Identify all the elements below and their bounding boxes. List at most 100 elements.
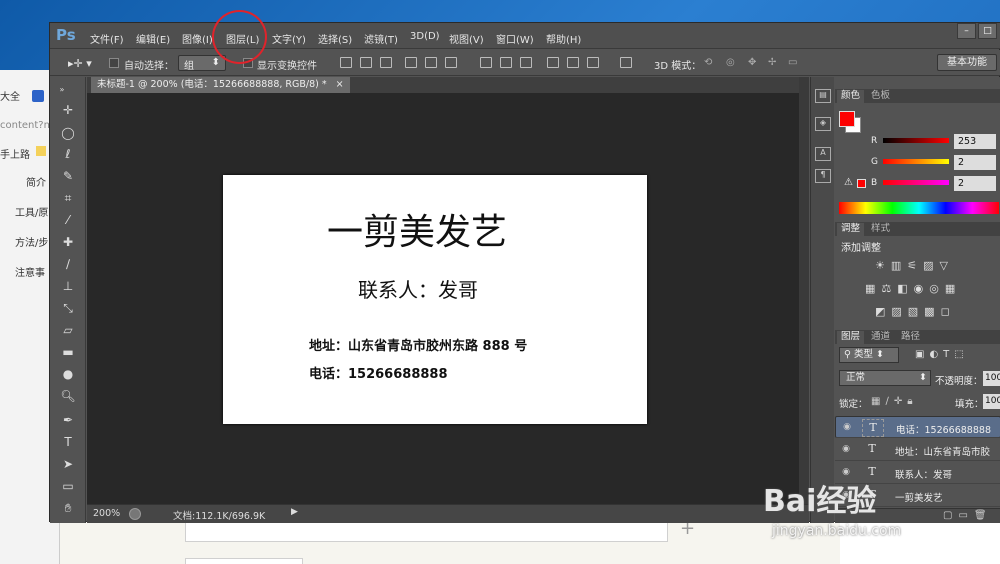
3d-rotate-icon[interactable]: ⟲ <box>704 57 712 68</box>
layer-filter-icons[interactable]: ▣◐T⬚ <box>915 349 969 360</box>
quick-select-tool-icon[interactable]: ✎ <box>58 167 78 185</box>
blend-mode-dropdown[interactable]: 正常 ⬍ <box>839 370 931 386</box>
path-select-tool-icon[interactable]: ➤ <box>58 455 78 473</box>
layer-filter-dropdown[interactable]: ⚲ 类型 ⬍ <box>839 347 899 363</box>
editor-textbox[interactable] <box>185 522 668 542</box>
gamut-swatch[interactable] <box>857 179 866 188</box>
close-icon[interactable]: × <box>336 79 344 90</box>
eye-icon[interactable]: ◉ <box>840 444 852 456</box>
zoom-level[interactable]: 200% <box>93 508 120 519</box>
tab-color[interactable]: 颜色 <box>837 90 865 103</box>
auto-select-dropdown[interactable]: 组 ⬍ <box>178 55 226 72</box>
b-value[interactable]: 2 <box>954 176 996 191</box>
document-canvas[interactable]: 一剪美发艺 联系人：发哥 地址：山东省青岛市胶州东路 888 号 电话：1526… <box>223 175 647 424</box>
gradient-tool-icon[interactable]: ▬ <box>58 343 78 361</box>
g-slider[interactable] <box>883 159 949 164</box>
hand-tool-icon[interactable]: ✋︎ <box>58 499 78 517</box>
3d-scale-icon[interactable]: ▭ <box>788 57 797 68</box>
card-contact-text[interactable]: 联系人：发哥 <box>358 274 478 303</box>
menu-help[interactable]: 帮助(H) <box>546 31 581 46</box>
layer-row[interactable]: ◉ T 地址：山东省青岛市胶 <box>835 439 1000 461</box>
move-tool-icon[interactable]: ✛ <box>58 101 78 119</box>
align-hcenter-icon[interactable] <box>425 57 437 68</box>
distribute-hcenter-icon[interactable] <box>567 57 579 68</box>
adjustment-icons-row-3[interactable]: ◩▨▧▩◻ <box>875 305 956 318</box>
document-tab[interactable]: 未标题-1 @ 200% (电话：15266688888, RGB/8) * × <box>91 77 350 93</box>
distribute-right-icon[interactable] <box>587 57 599 68</box>
3d-slide-icon[interactable]: ✢ <box>768 57 776 68</box>
eyedropper-tool-icon[interactable]: ⁄ <box>58 211 78 229</box>
tab-channels[interactable]: 通道 <box>867 331 894 344</box>
workspace-switcher[interactable]: 基本功能 <box>937 54 997 71</box>
3d-roll-icon[interactable]: ◎ <box>726 57 735 68</box>
status-menu-icon[interactable] <box>129 508 141 520</box>
menu-window[interactable]: 窗口(W) <box>496 31 534 46</box>
menu-file[interactable]: 文件(F) <box>90 31 124 46</box>
minimize-button[interactable]: – <box>957 23 976 39</box>
history-panel-icon[interactable]: ▤ <box>815 89 831 103</box>
opacity-input[interactable]: 100 <box>983 371 1000 386</box>
healing-brush-icon[interactable]: ✚ <box>58 233 78 251</box>
color-spectrum-bar[interactable] <box>839 202 999 214</box>
menu-type[interactable]: 文字(Y) <box>272 31 306 46</box>
b-slider[interactable] <box>883 180 949 185</box>
gamut-warning-icon[interactable]: ⚠ <box>844 177 853 188</box>
auto-select-checkbox[interactable] <box>109 58 119 68</box>
layer-actions-icons[interactable]: ▢▭🗑︎ <box>943 510 993 521</box>
dodge-tool-icon[interactable]: 🔍︎ <box>58 387 78 405</box>
card-address-text[interactable]: 地址：山东省青岛市胶州东路 888 号 <box>309 335 527 354</box>
card-phone-text[interactable]: 电话：15266688888 <box>309 363 448 382</box>
align-top-icon[interactable] <box>340 57 352 68</box>
menu-view[interactable]: 视图(V) <box>449 31 484 46</box>
canvas-area[interactable]: 一剪美发艺 联系人：发哥 地址：山东省青岛市胶州东路 888 号 电话：1526… <box>87 93 799 504</box>
lasso-tool-icon[interactable]: ℓ <box>58 145 78 163</box>
r-value[interactable]: 253 <box>954 134 996 149</box>
distribute-top-icon[interactable] <box>480 57 492 68</box>
vertical-scrollbar[interactable] <box>799 77 809 504</box>
toc-item[interactable]: 注意事 <box>15 264 45 279</box>
align-bottom-icon[interactable] <box>380 57 392 68</box>
foreground-color-swatch[interactable] <box>839 111 855 127</box>
card-title-text[interactable]: 一剪美发艺 <box>327 203 507 255</box>
marquee-tool-icon[interactable]: ◯ <box>58 124 78 142</box>
history-brush-icon[interactable]: ⤡ <box>58 299 78 317</box>
menu-3d[interactable]: 3D(D) <box>410 31 440 42</box>
align-right-icon[interactable] <box>445 57 457 68</box>
menu-select[interactable]: 选择(S) <box>318 31 352 46</box>
r-slider[interactable] <box>883 138 949 143</box>
tab-paths[interactable]: 路径 <box>897 331 924 344</box>
paragraph-panel-icon[interactable]: ¶ <box>815 169 831 183</box>
brush-tool-icon[interactable]: ∕ <box>58 255 78 273</box>
shape-tool-icon[interactable]: ▭ <box>58 477 78 495</box>
distribute-bottom-icon[interactable] <box>520 57 532 68</box>
adjustment-icons-row-2[interactable]: ▦⚖◧◉◎▦ <box>865 282 961 295</box>
layer-row[interactable]: ◉ T 电话：15266688888 <box>835 416 1000 438</box>
character-panel-icon[interactable]: A <box>815 147 831 161</box>
toc-item[interactable]: 方法/步 <box>15 234 48 249</box>
stamp-tool-icon[interactable]: ⊥ <box>58 277 78 295</box>
status-arrow-icon[interactable]: ▶ <box>291 507 298 517</box>
crop-tool-icon[interactable]: ⌗ <box>58 189 78 207</box>
pen-tool-icon[interactable]: ✒ <box>58 411 78 429</box>
maximize-button[interactable]: □ <box>978 23 997 39</box>
tab-styles[interactable]: 样式 <box>867 223 894 236</box>
tab-adjustments[interactable]: 调整 <box>837 223 865 236</box>
move-tool-preset-icon[interactable]: ▸✛ ▾ <box>68 57 92 70</box>
type-tool-icon[interactable]: T <box>58 433 78 451</box>
blur-tool-icon[interactable]: ● <box>58 365 78 383</box>
align-vcenter-icon[interactable] <box>360 57 372 68</box>
toc-item[interactable]: 工具/原 <box>15 204 48 219</box>
toc-item[interactable]: 简介 <box>26 174 46 189</box>
g-value[interactable]: 2 <box>954 155 996 170</box>
menu-edit[interactable]: 编辑(E) <box>136 31 170 46</box>
lock-icons[interactable]: ▦∕✛🔒︎ <box>871 396 918 407</box>
editor-textbox[interactable] <box>185 558 303 564</box>
menu-filter[interactable]: 滤镜(T) <box>364 31 398 46</box>
3d-pan-icon[interactable]: ✥ <box>748 57 756 68</box>
tab-swatches[interactable]: 色板 <box>867 90 894 103</box>
adjustment-icons-row-1[interactable]: ☀▥⚟▨▽ <box>875 259 954 272</box>
auto-align-icon[interactable] <box>620 57 632 68</box>
menu-image[interactable]: 图像(I) <box>182 31 213 46</box>
align-left-icon[interactable] <box>405 57 417 68</box>
fill-input[interactable]: 100 <box>983 394 1000 409</box>
